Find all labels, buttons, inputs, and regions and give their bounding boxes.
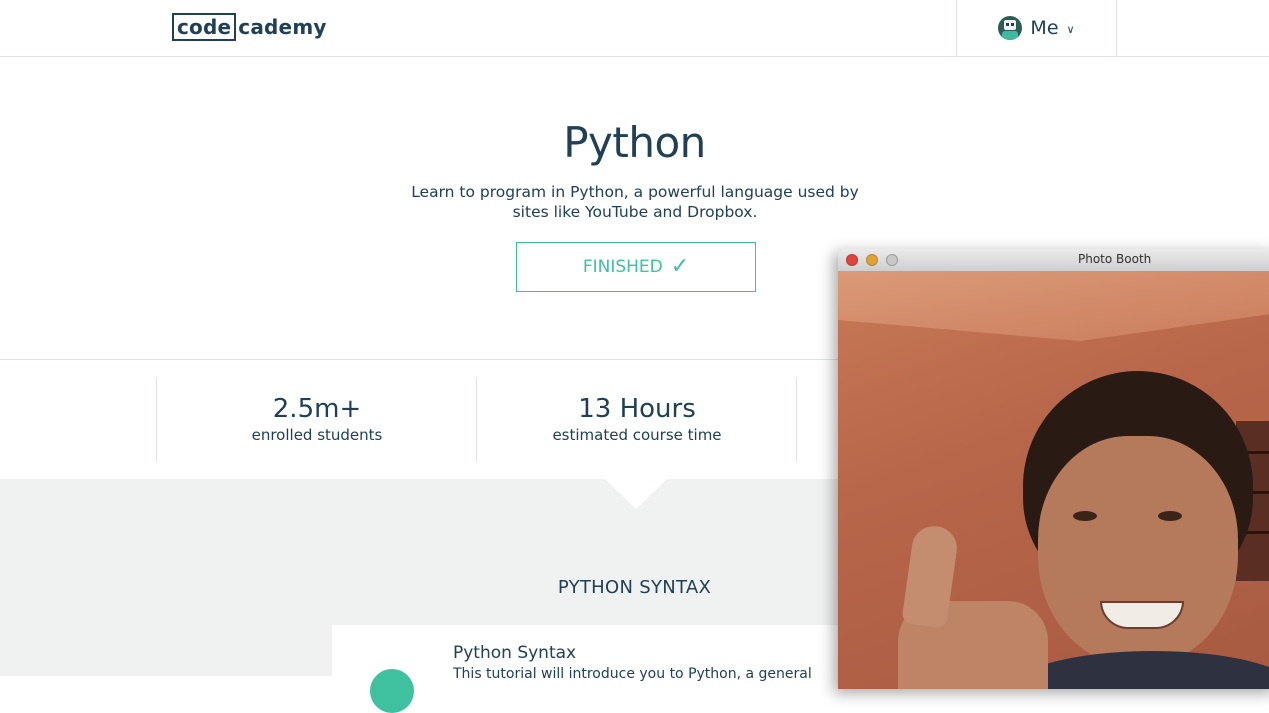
section-notch [605,479,667,509]
user-menu-label: Me [1030,17,1059,39]
window-title: Photo Booth [1078,252,1152,266]
unit-title: Python Syntax [453,643,577,663]
close-window-button[interactable] [846,254,858,266]
stat-label: estimated course time [552,426,722,444]
logo-rest-text: cademy [238,15,327,39]
check-icon: ✓ [670,254,690,279]
minimize-window-button[interactable] [866,254,878,266]
stat-divider [796,377,797,462]
course-description: Learn to program in Python, a powerful l… [411,183,859,221]
camera-preview [838,271,1269,689]
finished-label: FINISHED [582,257,663,277]
zoom-window-button[interactable] [886,254,898,266]
window-titlebar[interactable]: Photo Booth [838,249,1269,272]
stat-course-time: 13 Hours estimated course time [477,377,797,461]
stat-enrolled: 2.5m+ enrolled students [157,377,477,461]
page-title: Python [563,118,706,167]
top-nav: code cademy Me ∨ [0,0,1269,57]
chevron-down-icon: ∨ [1066,22,1075,36]
user-menu[interactable]: Me ∨ [956,0,1117,56]
unit-description: This tutorial will introduce you to Pyth… [453,666,812,682]
avatar [998,16,1023,40]
stat-value: 2.5m+ [272,394,362,424]
stat-label: enrolled students [251,426,383,444]
photo-booth-window[interactable]: Photo Booth [838,249,1269,689]
logo-boxed-text: code [172,13,237,41]
finished-button[interactable]: FINISHED ✓ [516,242,756,292]
stat-value: 13 Hours [578,394,696,424]
codecademy-logo[interactable]: code cademy [172,12,327,42]
